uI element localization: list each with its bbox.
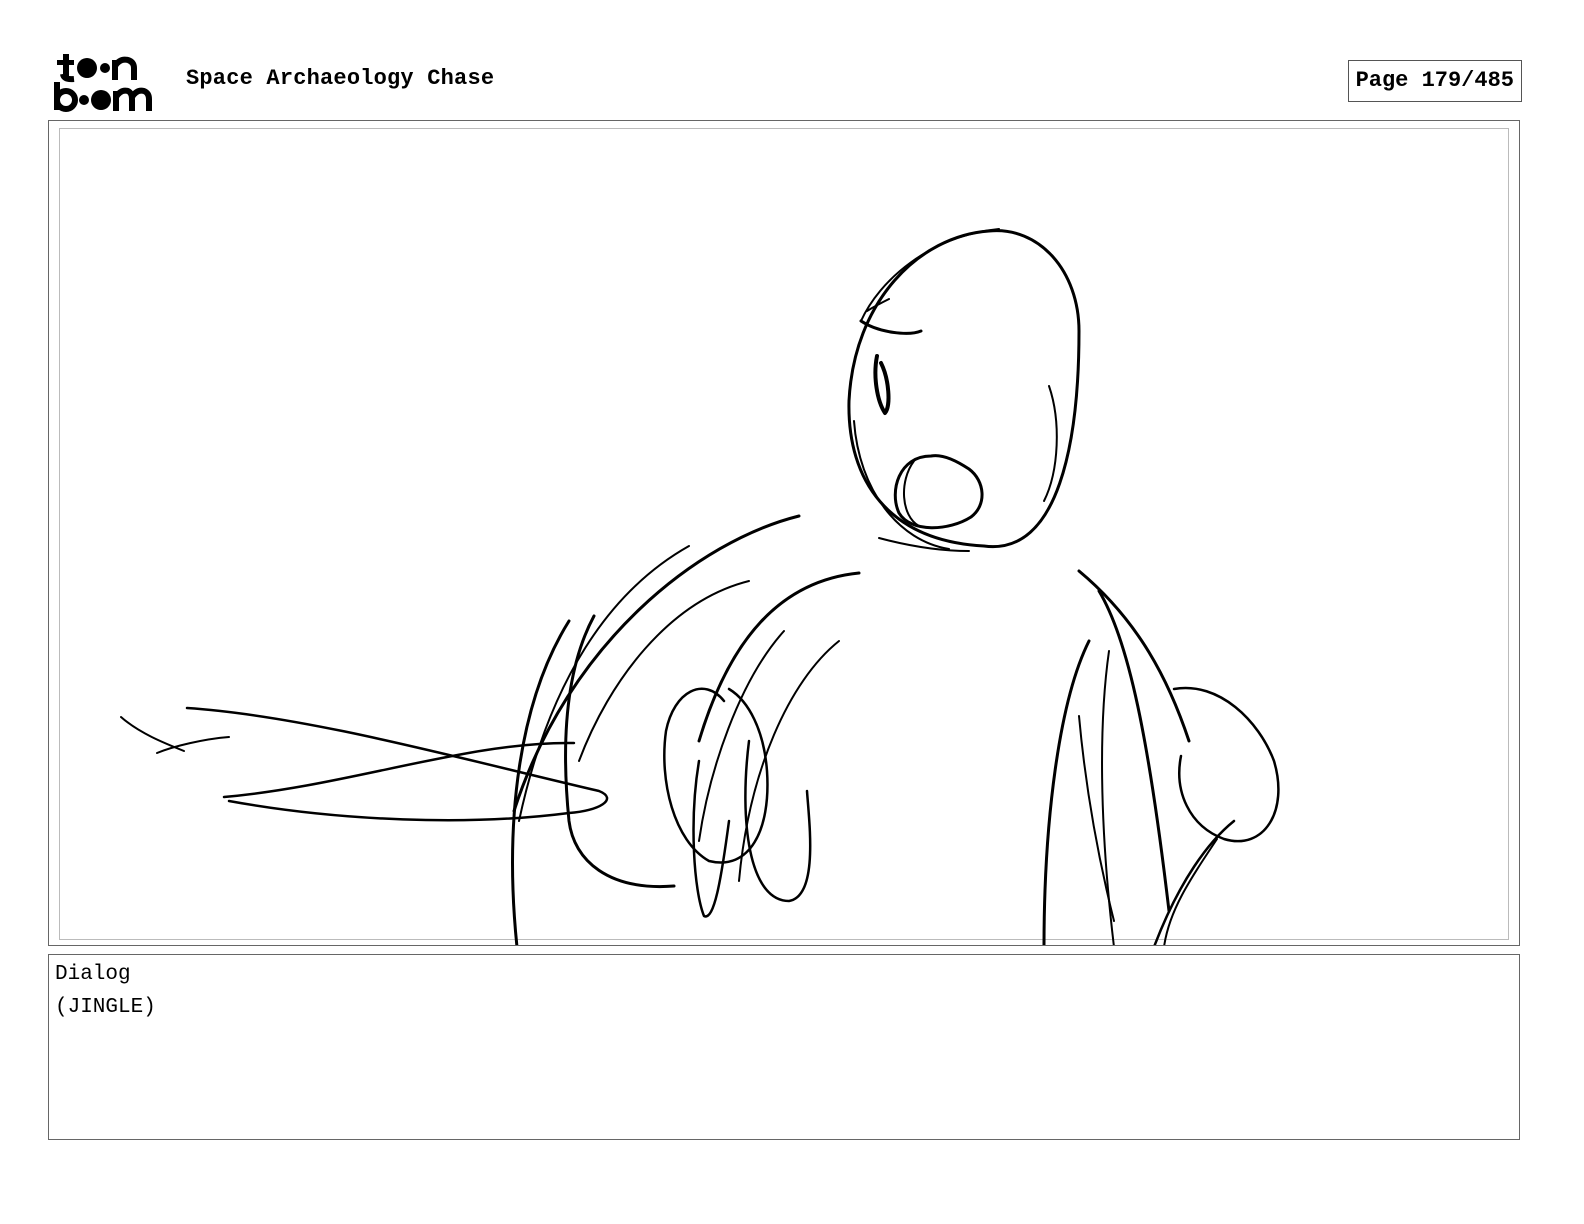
toonboom-logo: [54, 54, 152, 112]
storyboard-sketch-character: [120, 228, 1280, 945]
page-indicator: Page 179/485: [1347, 60, 1522, 102]
storyboard-panel: [48, 120, 1520, 946]
dialog-box: Dialog (JINGLE): [48, 954, 1520, 1140]
dialog-text: (JINGLE): [55, 996, 156, 1019]
dialog-label: Dialog: [55, 963, 131, 986]
project-title: Space Archaeology Chase: [186, 66, 495, 91]
